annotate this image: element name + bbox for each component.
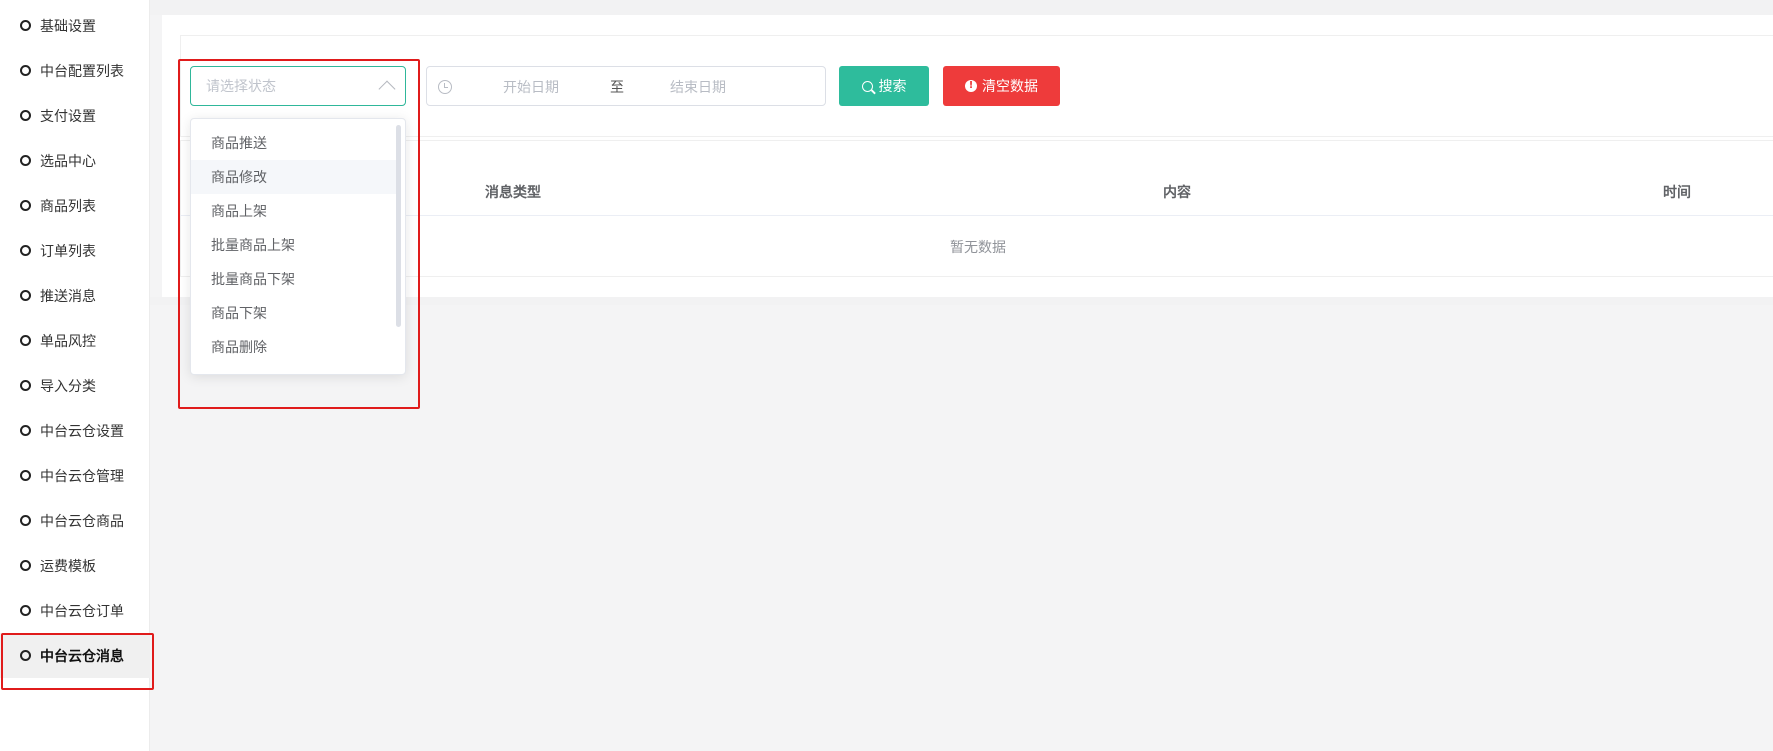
column-header-content: 内容 — [1163, 185, 1191, 201]
dropdown-option[interactable]: 批量商品上架 — [191, 228, 397, 262]
sidebar-item-label: 中台配置列表 — [40, 63, 124, 80]
date-range-picker[interactable]: 开始日期 至 结束日期 — [426, 66, 826, 106]
sidebar-item-label: 运费模板 — [40, 558, 96, 575]
search-icon — [861, 80, 873, 92]
sidebar-item-label: 中台云仓订单 — [40, 603, 124, 620]
sidebar-item-cloud-products[interactable]: 中台云仓商品 — [0, 498, 150, 543]
start-date-input[interactable]: 开始日期 — [503, 77, 559, 97]
sidebar-item-push-messages[interactable]: 推送消息 — [0, 273, 150, 318]
sidebar-item-import-category[interactable]: 导入分类 — [0, 363, 150, 408]
sidebar-item-label: 选品中心 — [40, 153, 96, 170]
status-select[interactable]: 请选择状态 — [190, 66, 406, 106]
sidebar-item-label: 中台云仓商品 — [40, 513, 124, 530]
circle-icon — [20, 335, 31, 346]
circle-icon — [20, 470, 31, 481]
sidebar-item-cloud-management[interactable]: 中台云仓管理 — [0, 453, 150, 498]
circle-icon — [20, 200, 31, 211]
sidebar-item-order-list[interactable]: 订单列表 — [0, 228, 150, 273]
dropdown-option[interactable]: 商品删除 — [191, 330, 397, 364]
dropdown-scrollbar[interactable] — [396, 125, 401, 327]
dropdown-option[interactable]: 批量商品下架 — [191, 262, 397, 296]
sidebar-item-label: 中台云仓设置 — [40, 423, 124, 440]
sidebar-item-config-list[interactable]: 中台配置列表 — [0, 48, 150, 93]
sidebar-item-cloud-orders[interactable]: 中台云仓订单 — [0, 588, 150, 633]
top-strip — [150, 0, 1773, 15]
sidebar-item-label: 中台云仓消息 — [40, 648, 124, 665]
sidebar-item-payment-settings[interactable]: 支付设置 — [0, 93, 150, 138]
dropdown-option[interactable]: 商品推送 — [191, 126, 397, 160]
dropdown-option[interactable]: 商品下架 — [191, 296, 397, 330]
sidebar-item-shipping-template[interactable]: 运费模板 — [0, 543, 150, 588]
sidebar-item-label: 基础设置 — [40, 18, 96, 35]
sidebar-item-basic-settings[interactable]: 基础设置 — [0, 3, 150, 48]
sidebar-item-cloud-settings[interactable]: 中台云仓设置 — [0, 408, 150, 453]
sidebar: 基础设置 中台配置列表 支付设置 选品中心 商品列表 订单列表 推送消息 单品风… — [0, 0, 150, 751]
clear-button-label: 清空数据 — [982, 79, 1038, 95]
circle-icon — [20, 425, 31, 436]
sidebar-item-label: 商品列表 — [40, 198, 96, 215]
circle-icon — [20, 560, 31, 571]
circle-icon — [20, 110, 31, 121]
sidebar-item-label: 推送消息 — [40, 288, 96, 305]
circle-icon — [20, 290, 31, 301]
circle-icon — [20, 605, 31, 616]
chevron-up-icon — [378, 80, 396, 98]
circle-icon — [20, 380, 31, 391]
clock-icon — [438, 80, 452, 94]
circle-icon — [20, 515, 31, 526]
status-dropdown: 商品推送 商品修改 商品上架 批量商品上架 批量商品下架 商品下架 商品删除 — [190, 118, 406, 375]
circle-icon — [20, 650, 31, 661]
status-select-placeholder: 请选择状态 — [206, 79, 276, 95]
sidebar-item-cloud-messages[interactable]: 中台云仓消息 — [0, 633, 150, 678]
column-header-message-type: 消息类型 — [485, 185, 541, 201]
circle-icon — [20, 155, 31, 166]
sidebar-item-selection-center[interactable]: 选品中心 — [0, 138, 150, 183]
search-button-label: 搜索 — [878, 79, 907, 95]
end-date-input[interactable]: 结束日期 — [670, 77, 726, 97]
sidebar-item-label: 中台云仓管理 — [40, 468, 124, 485]
sidebar-item-risk-control[interactable]: 单品风控 — [0, 318, 150, 363]
sidebar-item-label: 订单列表 — [40, 243, 96, 260]
sidebar-item-label: 支付设置 — [40, 108, 96, 125]
circle-icon — [20, 65, 31, 76]
sidebar-item-label: 导入分类 — [40, 378, 96, 395]
dropdown-option[interactable]: 商品上架 — [191, 194, 397, 228]
table-header-divider — [180, 215, 1773, 216]
sidebar-item-product-list[interactable]: 商品列表 — [0, 183, 150, 228]
clear-data-button[interactable]: ! 清空数据 — [943, 66, 1060, 106]
column-header-time: 时间 — [1663, 185, 1691, 201]
warning-icon: ! — [965, 80, 977, 92]
sidebar-item-label: 单品风控 — [40, 333, 96, 350]
search-button[interactable]: 搜索 — [839, 66, 929, 106]
dropdown-option[interactable]: 商品修改 — [191, 160, 397, 194]
circle-icon — [20, 245, 31, 256]
empty-table-text: 暂无数据 — [950, 240, 1006, 256]
date-range-separator: 至 — [610, 80, 624, 96]
circle-icon — [20, 20, 31, 31]
